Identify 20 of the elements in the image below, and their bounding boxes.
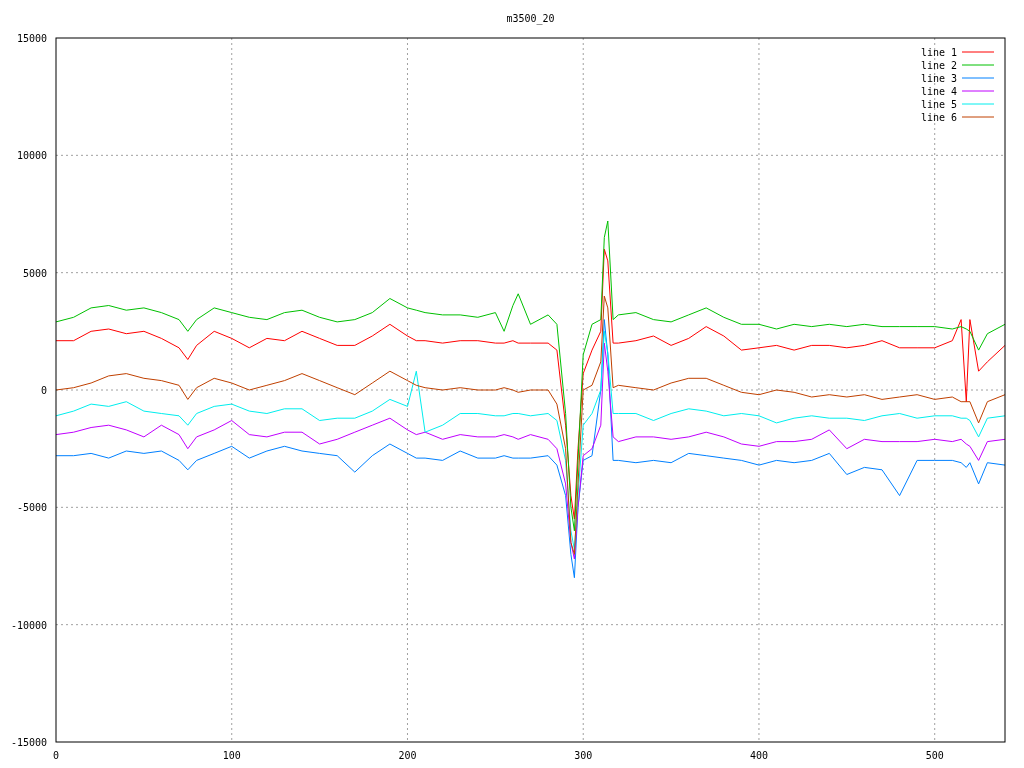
legend-label: line 1 — [920, 47, 957, 58]
x-tick-label: 100 — [222, 750, 241, 761]
legend-label: line 2 — [920, 60, 957, 71]
x-tick-label: 300 — [574, 750, 593, 761]
y-tick-label: -15000 — [10, 737, 47, 748]
x-tick-label: 400 — [749, 750, 768, 761]
y-tick-label: 5000 — [22, 267, 47, 279]
y-tick-label: -10000 — [10, 619, 47, 631]
y-tick-label: 0 — [40, 385, 47, 396]
legend-label: line 6 — [920, 112, 957, 123]
legend-label: line 4 — [920, 86, 957, 97]
y-tick-label: 15000 — [16, 33, 47, 44]
chart-title: m3500_20 — [506, 13, 555, 24]
y-tick-label: -5000 — [16, 502, 47, 514]
legend-label: line 3 — [920, 73, 957, 84]
y-tick-label: 10000 — [16, 150, 47, 162]
x-tick-label: 200 — [398, 750, 417, 761]
x-tick-label: 0 — [53, 750, 59, 761]
legend-label: line 5 — [920, 99, 957, 110]
x-tick-label: 500 — [925, 750, 944, 761]
